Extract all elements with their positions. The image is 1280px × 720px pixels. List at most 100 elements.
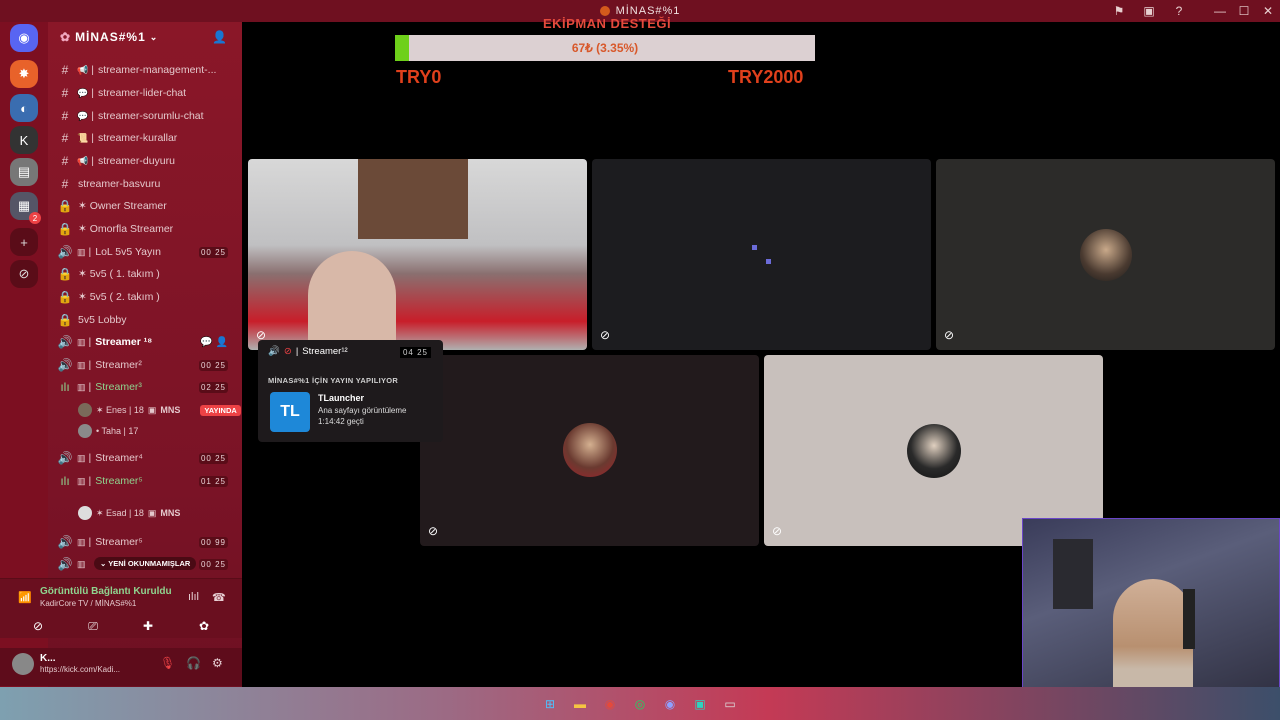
flag-icon[interactable]: ⚑: [1104, 4, 1134, 18]
channel-item[interactable]: # 📢 | streamer-management-...: [56, 59, 238, 81]
video-tile[interactable]: ⊘: [592, 159, 931, 350]
channel-item[interactable]: 🔒 ✶ Omorfla Streamer: [56, 218, 238, 240]
channel-sub-icon: ▥: [77, 246, 86, 257]
no-entry-icon: ⊘: [283, 346, 292, 357]
voice-channel-item[interactable]: ılı ▥ | Streamer⁵ 01 25: [56, 470, 238, 492]
screen-share-button[interactable]: ⎚: [69, 616, 117, 636]
discord-home-icon[interactable]: ◉: [10, 24, 38, 52]
app-icon[interactable]: ▣: [690, 695, 710, 713]
activity-elapsed: 1:14:42 geçti: [318, 417, 364, 426]
voice-channel-item[interactable]: ılı ▥ | Streamer³ 02 25: [56, 376, 238, 398]
camera-off-button[interactable]: ⊘: [14, 616, 62, 636]
chevron-down-icon: ⌄: [100, 559, 109, 568]
windows-start-icon[interactable]: ⊞: [540, 695, 560, 713]
disconnect-icon[interactable]: ☎: [212, 591, 226, 604]
voice-member[interactable]: ✶ Esad | 18 ▣ MNS: [78, 503, 180, 523]
file-explorer-icon[interactable]: ▬: [570, 695, 590, 713]
username[interactable]: K...: [40, 653, 56, 664]
channel-item[interactable]: 🔒 5v5 Lobby: [56, 309, 238, 331]
voice-connection-panel: 📶 Görüntülü Bağlantı Kuruldu KadirCore T…: [0, 578, 242, 638]
badge-icon: ▣: [147, 404, 157, 415]
channel-sub-icon: ▥: [77, 475, 86, 486]
channel-item[interactable]: # 📜 | streamer-kurallar: [56, 127, 238, 149]
mic-muted-icon: ⊘: [600, 328, 611, 342]
headphones-icon[interactable]: 🎧: [186, 656, 201, 670]
server-logo-icon: [599, 6, 610, 16]
flower-icon: ✿: [60, 30, 72, 44]
avatar: [78, 506, 92, 520]
stream-preview-popup[interactable]: 🔊 ⊘ | Streamer¹² 04 25 MİNAS#%1 İÇİN YAY…: [258, 340, 443, 442]
channel-item[interactable]: 🔒 ✶ 5v5 ( 1. takım ): [56, 263, 238, 285]
voice-channel-item[interactable]: 🔊 ▥ | Streamer² 00 25: [56, 354, 238, 376]
lock-icon: 🔒: [57, 313, 73, 327]
lock-icon: 🔒: [57, 222, 73, 236]
channel-sub-icon: ▥: [77, 359, 86, 370]
discord-taskbar-icon[interactable]: ◉: [660, 695, 680, 713]
spotify-icon[interactable]: ◎: [630, 695, 650, 713]
hash-icon: #: [61, 177, 69, 191]
server-icon-kadir[interactable]: K: [10, 126, 38, 154]
speaker-icon: 🔊: [57, 245, 73, 259]
discover-icon[interactable]: ⊘: [10, 260, 38, 288]
add-server-icon[interactable]: +: [10, 228, 38, 256]
channel-item[interactable]: 🔒 ✶ Owner Streamer: [56, 195, 238, 217]
voice-member[interactable]: ✶ Enes | 18 ▣ MNS YAYINDA: [78, 400, 241, 420]
inbox-icon[interactable]: ▣: [1134, 4, 1164, 18]
video-tile[interactable]: ⊘: [420, 355, 759, 546]
server-header[interactable]: ✿ MİNAS#%1 ⌄ 👤: [48, 22, 242, 52]
donation-min-label: TRY0: [396, 67, 442, 87]
video-tile[interactable]: ⊘: [936, 159, 1275, 350]
server-icon-4[interactable]: ▤: [10, 158, 38, 186]
unread-pill[interactable]: ⌄ YENİ OKUNMAMIŞLAR: [94, 557, 197, 570]
user-count: 04 25: [399, 347, 431, 358]
minimize-button[interactable]: —: [1208, 4, 1232, 18]
avatar: [78, 424, 92, 438]
channel-sub-icon: ▥: [77, 558, 86, 569]
settings-gear-icon[interactable]: ⚙: [212, 656, 223, 670]
server-name: MİNAS#%1: [75, 30, 146, 44]
hash-icon: #: [61, 63, 69, 77]
voice-member[interactable]: • Taha | 17: [78, 421, 138, 441]
voice-channel-path[interactable]: KadirCore TV / MİNAS#%1: [40, 599, 136, 608]
user-status: https://kick.com/Kadi...: [40, 665, 121, 674]
hash-icon: #: [61, 154, 69, 168]
server-icon-minas[interactable]: ✸: [10, 60, 38, 88]
notification-badge: 2: [29, 212, 41, 224]
loading-dot: [766, 259, 771, 264]
speaker-icon: 🔊: [57, 335, 73, 349]
mute-icon[interactable]: 🎙: [160, 656, 175, 670]
soundboard-button[interactable]: ✿: [180, 616, 228, 636]
avatar[interactable]: [12, 653, 34, 675]
chrome-icon[interactable]: ◉: [600, 695, 620, 713]
room-window: [358, 159, 468, 239]
donation-progress-text: 67₺ (3.35%): [571, 41, 639, 55]
server-icon-2[interactable]: ◐: [10, 94, 38, 122]
speaker-icon: 🔊: [57, 557, 73, 571]
close-button[interactable]: ✕: [1256, 4, 1280, 18]
channel-item[interactable]: 🔒 ✶ 5v5 ( 2. takım ): [56, 286, 238, 308]
maximize-button[interactable]: ☐: [1232, 4, 1256, 18]
streaming-label: MİNAS#%1 İÇİN YAYIN YAPILIYOR: [268, 376, 399, 385]
channel-item[interactable]: # 💬 | streamer-sorumlu-chat: [56, 105, 238, 127]
channel-item[interactable]: # 💬 | streamer-lider-chat: [56, 82, 238, 104]
lock-icon: 🔒: [57, 290, 73, 304]
live-badge: YAYINDA: [200, 404, 241, 416]
speaker-icon: 🔊: [57, 451, 73, 465]
voice-channel-item[interactable]: 🔊 ▥ | LoL 5v5 Yayın 00 25: [56, 241, 238, 263]
channel-item[interactable]: # 📢 | streamer-duyuru: [56, 150, 238, 172]
video-tile-camera[interactable]: ⊘: [248, 159, 587, 350]
voice-channel-item[interactable]: 🔊 ▥ | Streamer⁵ 00 99: [56, 531, 238, 553]
donation-title: EKİPMAN DESTEĞİ: [543, 16, 672, 31]
chat-and-invite-icons[interactable]: 💬 👤: [200, 337, 228, 348]
terminal-icon[interactable]: ▭: [720, 695, 740, 713]
lock-icon: 🔒: [57, 267, 73, 281]
noise-suppression-icon[interactable]: ılıl: [188, 591, 199, 603]
activities-button[interactable]: ✚: [124, 616, 172, 636]
voice-channel-item[interactable]: 🔊 ▥ | Streamer⁴ 00 25: [56, 447, 238, 469]
help-icon[interactable]: ?: [1164, 4, 1194, 18]
activity-detail: Ana sayfayı görüntüleme: [318, 406, 407, 415]
invite-icon[interactable]: 👤: [212, 30, 228, 44]
voice-status[interactable]: Görüntülü Bağlantı Kuruldu: [40, 586, 172, 597]
channel-item[interactable]: # streamer-basvuru: [56, 173, 238, 195]
voice-channel-item[interactable]: 🔊 ▥ | Streamer ¹⁸ 💬 👤: [56, 331, 238, 353]
